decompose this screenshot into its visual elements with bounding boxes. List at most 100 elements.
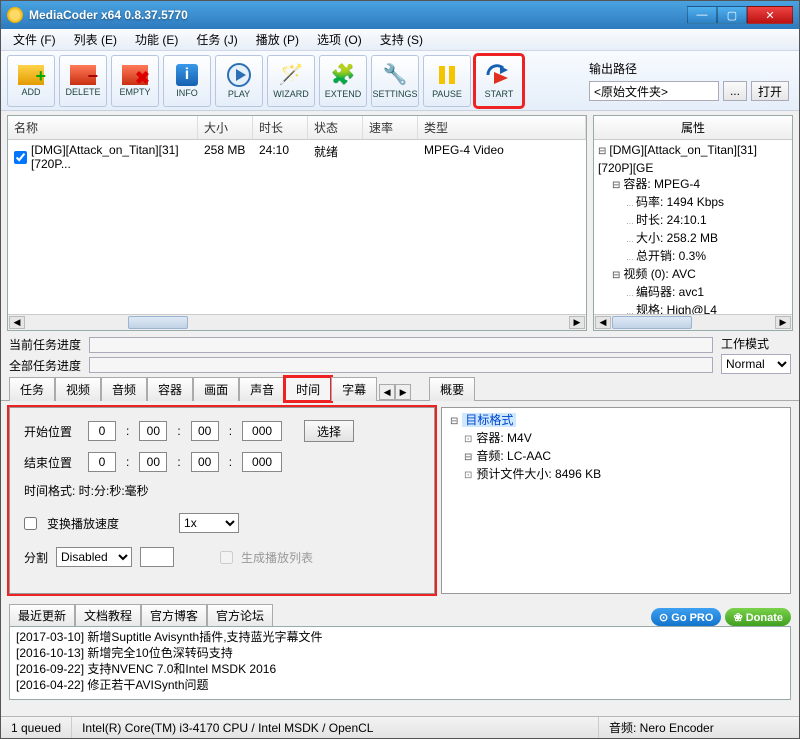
file-list-header: 名称 大小 时长 状态 速率 类型 — [8, 116, 586, 140]
pause-button[interactable]: PAUSE — [423, 55, 471, 107]
tab-task[interactable]: 任务 — [9, 377, 55, 401]
file-row-checkbox[interactable] — [14, 151, 27, 164]
settings-button[interactable]: 🔧SETTINGS — [371, 55, 419, 107]
properties-tree[interactable]: [DMG][Attack_on_Titan][31][720P][GE 容器: … — [594, 140, 792, 314]
close-button[interactable]: ✕ — [747, 6, 793, 24]
tab-summary[interactable]: 概要 — [429, 377, 475, 401]
target-container[interactable]: 容器: M4V — [464, 430, 784, 448]
play-button[interactable]: PLAY — [215, 55, 263, 107]
btab-blog[interactable]: 官方博客 — [141, 604, 207, 626]
tab-container[interactable]: 容器 — [147, 377, 193, 401]
col-rate[interactable]: 速率 — [363, 116, 418, 139]
playlist-checkbox — [220, 551, 233, 564]
tab-audio[interactable]: 音频 — [101, 377, 147, 401]
start-ms[interactable] — [242, 421, 282, 441]
menu-help[interactable]: 支持 (S) — [372, 29, 431, 50]
add-button[interactable]: +ADD — [7, 55, 55, 107]
news-list[interactable]: [2017-03-10] 新增Suptitle Avisynth插件,支持蓝光字… — [9, 626, 791, 700]
menu-play[interactable]: 播放 (P) — [248, 29, 307, 50]
menu-file[interactable]: 文件 (F) — [5, 29, 64, 50]
end-ms[interactable] — [242, 452, 282, 472]
tab-time[interactable]: 时间 — [285, 377, 331, 401]
target-format-tree[interactable]: 目标格式 容器: M4V 音频: LC-AAC 预计文件大小: 8496 KB — [441, 407, 791, 594]
tab-subtitle[interactable]: 字幕 — [331, 377, 377, 401]
col-dur[interactable]: 时长 — [253, 116, 308, 139]
menu-list[interactable]: 列表 (E) — [66, 29, 125, 50]
btab-doc[interactable]: 文档教程 — [75, 604, 141, 626]
menu-func[interactable]: 功能 (E) — [127, 29, 186, 50]
output-browse-button[interactable]: ... — [723, 81, 747, 101]
empty-icon: ✖ — [122, 65, 148, 85]
output-open-button[interactable]: 打开 — [751, 81, 789, 101]
prop-video[interactable]: 视频 (0): AVC — [612, 266, 788, 284]
col-size[interactable]: 大小 — [198, 116, 253, 139]
col-stat[interactable]: 状态 — [308, 116, 363, 139]
change-speed-checkbox[interactable] — [24, 517, 37, 530]
info-button[interactable]: iINFO — [163, 55, 211, 107]
play-icon — [225, 63, 253, 87]
file-list-hscroll[interactable]: ◀ ▶ — [8, 314, 586, 330]
wizard-icon: 🪄 — [277, 63, 305, 87]
start-hour[interactable] — [88, 421, 116, 441]
prop-c-size: 大小: 258.2 MB — [626, 230, 788, 248]
change-speed-label: 变换播放速度 — [47, 515, 119, 532]
news-item[interactable]: [2016-10-13] 新增完全10位色深转码支持 — [16, 645, 784, 661]
split-mode-select[interactable]: Disabled — [56, 547, 132, 567]
prop-c-over: 总开销: 0.3% — [626, 248, 788, 266]
wizard-button[interactable]: 🪄WIZARD — [267, 55, 315, 107]
output-label: 输出路径 — [589, 60, 789, 77]
prop-hscroll-thumb[interactable] — [612, 316, 692, 329]
prop-v-profile: 规格: High@L4 — [626, 302, 788, 314]
go-pro-button[interactable]: ⊙ Go PRO — [651, 608, 721, 626]
end-hour[interactable] — [88, 452, 116, 472]
split-label: 分割 — [24, 549, 48, 566]
hscroll-left[interactable]: ◀ — [9, 316, 25, 329]
news-item[interactable]: [2016-04-22] 修正若干AVISynth问题 — [16, 677, 784, 693]
target-root[interactable]: 目标格式 — [462, 413, 516, 427]
col-name[interactable]: 名称 — [8, 116, 198, 139]
start-button[interactable]: START — [475, 55, 523, 107]
menu-task[interactable]: 任务 (J) — [188, 29, 245, 50]
menu-options[interactable]: 选项 (O) — [309, 29, 370, 50]
start-min[interactable] — [139, 421, 167, 441]
file-row[interactable]: [DMG][Attack_on_Titan][31][720P... 258 M… — [8, 140, 586, 174]
end-sec[interactable] — [191, 452, 219, 472]
prop-container[interactable]: 容器: MPEG-4 — [612, 176, 788, 194]
workmode-select[interactable]: Normal — [721, 354, 791, 374]
time-pane: 开始位置 : : : 选择 结束位置 : : : 时间格式: 时:分:秒:毫秒 … — [9, 407, 435, 594]
btab-forum[interactable]: 官方论坛 — [207, 604, 273, 626]
prop-hscroll-right[interactable]: ▶ — [775, 316, 791, 329]
news-item[interactable]: [2017-03-10] 新增Suptitle Avisynth插件,支持蓝光字… — [16, 629, 784, 645]
prop-root[interactable]: [DMG][Attack_on_Titan][31][720P][GE — [598, 142, 788, 176]
hscroll-thumb[interactable] — [128, 316, 188, 329]
tab-scroll-left[interactable]: ◀ — [379, 384, 395, 400]
empty-button[interactable]: ✖EMPTY — [111, 55, 159, 107]
prop-hscroll[interactable]: ◀ ▶ — [594, 314, 792, 330]
tab-sound[interactable]: 声音 — [239, 377, 285, 401]
tab-scroll-right[interactable]: ▶ — [395, 384, 411, 400]
maximize-button[interactable]: ▢ — [717, 6, 747, 24]
output-path-input[interactable] — [589, 81, 719, 101]
target-audio[interactable]: 音频: LC-AAC — [464, 448, 784, 466]
donate-button[interactable]: ❀ Donate — [725, 608, 791, 626]
file-list[interactable]: 名称 大小 时长 状态 速率 类型 [DMG][Attack_on_Titan]… — [7, 115, 587, 331]
file-type: MPEG-4 Video — [418, 140, 586, 174]
btab-recent[interactable]: 最近更新 — [9, 604, 75, 626]
split-value-input[interactable] — [140, 547, 174, 567]
prop-hscroll-left[interactable]: ◀ — [595, 316, 611, 329]
progress-all-bar — [89, 357, 713, 373]
end-min[interactable] — [139, 452, 167, 472]
speed-select[interactable]: 1x — [179, 513, 239, 533]
tab-video[interactable]: 视频 — [55, 377, 101, 401]
progress-current-label: 当前任务进度 — [9, 336, 81, 353]
minimize-button[interactable]: — — [687, 6, 717, 24]
tab-picture[interactable]: 画面 — [193, 377, 239, 401]
news-item[interactable]: [2016-09-22] 支持NVENC 7.0和Intel MSDK 2016 — [16, 661, 784, 677]
extend-button[interactable]: 🧩EXTEND — [319, 55, 367, 107]
col-type[interactable]: 类型 — [418, 116, 586, 139]
delete-button[interactable]: −DELETE — [59, 55, 107, 107]
hscroll-right[interactable]: ▶ — [569, 316, 585, 329]
start-sec[interactable] — [191, 421, 219, 441]
info-icon: i — [176, 64, 198, 86]
select-time-button[interactable]: 选择 — [304, 420, 354, 442]
